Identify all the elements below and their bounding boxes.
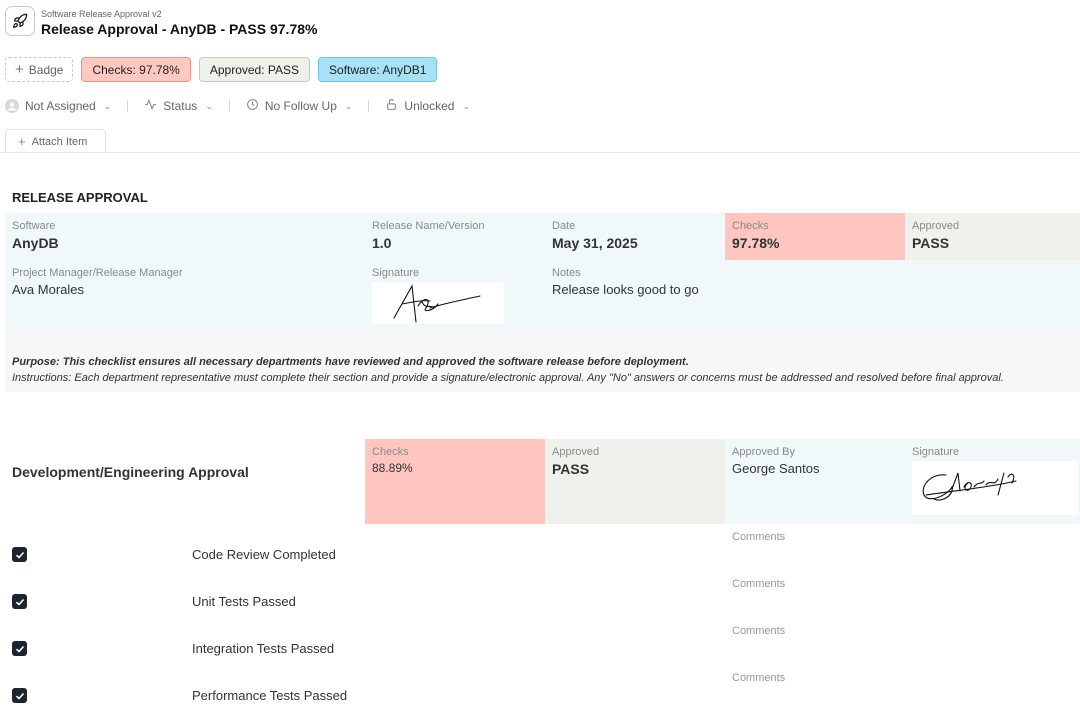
unlock-icon <box>385 98 398 114</box>
dev-approved-field: Approved PASS <box>545 439 725 524</box>
approved-value: PASS <box>912 235 950 251</box>
dev-signature-label: Signature <box>912 446 960 458</box>
purpose-text: Purpose: This checklist ensures all nece… <box>12 356 689 368</box>
dev-approved-by-value: George Santos <box>732 461 820 476</box>
divider <box>0 152 1080 153</box>
section-title: RELEASE APPROVAL <box>12 190 148 205</box>
manager-value: Ava Morales <box>12 282 85 297</box>
dev-section-title: Development/Engineering Approval <box>12 464 249 480</box>
software-badge[interactable]: Software: AnyDB1 <box>318 57 438 82</box>
software-label: Software <box>12 220 56 232</box>
avatar <box>5 99 19 113</box>
dev-signature-image <box>912 461 1078 515</box>
template-name: Software Release Approval v2 <box>41 9 162 19</box>
list-item <box>12 594 27 609</box>
plus-icon: + <box>18 134 26 149</box>
checkbox[interactable] <box>12 547 27 562</box>
list-item <box>12 547 27 562</box>
approved-badge[interactable]: Approved: PASS <box>198 57 311 82</box>
checks-value: 97.78% <box>732 235 780 251</box>
separator <box>228 100 230 112</box>
approved-label: Approved <box>912 220 960 232</box>
approved-field: Approved PASS <box>905 213 1080 260</box>
date-label: Date <box>552 220 576 232</box>
chevron-down-icon: ⌄ <box>344 100 353 111</box>
lock-dropdown[interactable]: Unlocked ⌄ <box>385 98 470 114</box>
assignee-label: Not Assigned <box>25 99 96 113</box>
comments-field[interactable]: Comments <box>732 672 785 684</box>
checklist-item-label: Unit Tests Passed <box>192 594 296 609</box>
version-label: Release Name/Version <box>372 220 485 232</box>
version-value: 1.0 <box>372 235 392 251</box>
dev-approved-value: PASS <box>552 461 590 477</box>
dev-checks-label: Checks <box>372 446 409 458</box>
page-title: Release Approval - AnyDB - PASS 97.78% <box>41 21 318 37</box>
attach-item-label: Attach Item <box>31 135 88 148</box>
dev-approved-by-field[interactable]: Approved By George Santos <box>725 439 905 524</box>
software-value: AnyDB <box>12 235 59 251</box>
date-field[interactable]: Date May 31, 2025 <box>545 213 725 260</box>
status-label: Status <box>163 99 198 113</box>
lock-label: Unlocked <box>404 99 455 113</box>
date-value: May 31, 2025 <box>552 235 638 251</box>
checklist-item-label: Performance Tests Passed <box>192 688 348 703</box>
checkbox[interactable] <box>12 688 27 703</box>
separator <box>368 100 370 112</box>
notes-field[interactable]: Notes Release looks good to go <box>545 260 1080 332</box>
chevron-down-icon: ⌄ <box>103 100 112 111</box>
list-item <box>12 688 27 703</box>
notes-value: Release looks good to go <box>552 282 699 297</box>
checkbox[interactable] <box>12 641 27 656</box>
status-dropdown[interactable]: Status ⌄ <box>144 98 213 114</box>
dev-checks-value: 88.89% <box>372 461 413 475</box>
chevron-down-icon: ⌄ <box>462 100 470 111</box>
add-badge-button[interactable]: + Badge <box>5 57 74 82</box>
checklist-item-label: Code Review Completed <box>192 547 336 562</box>
checks-field: Checks 97.78% <box>725 213 905 260</box>
instructions-text: Instructions: Each department representa… <box>12 372 1004 384</box>
dev-checks-field: Checks 88.89% <box>365 439 545 524</box>
signature-field[interactable]: Signature <box>365 260 545 332</box>
activity-icon <box>144 98 157 114</box>
checkbox[interactable] <box>12 594 27 609</box>
dev-signature-field[interactable]: Signature <box>905 439 1080 524</box>
notes-label: Notes <box>552 267 581 279</box>
checklist-item-label: Integration Tests Passed <box>192 641 335 656</box>
chevron-down-icon: ⌄ <box>205 100 213 111</box>
checks-label: Checks <box>732 220 769 232</box>
properties-bar: Not Assigned ⌄ Status ⌄ No Follow Up ⌄ U… <box>5 98 470 114</box>
manager-field[interactable]: Project Manager/Release Manager Ava Mora… <box>5 260 365 332</box>
dev-approved-by-label: Approved By <box>732 446 795 458</box>
comments-field[interactable]: Comments <box>732 578 785 590</box>
comments-field[interactable]: Comments <box>732 625 785 637</box>
checks-badge[interactable]: Checks: 97.78% <box>81 57 191 82</box>
software-field[interactable]: Software AnyDB <box>5 213 365 260</box>
attach-item-button[interactable]: + Attach Item <box>5 129 106 153</box>
signature-label: Signature <box>372 267 420 279</box>
follow-up-dropdown[interactable]: No Follow Up ⌄ <box>246 98 353 114</box>
dev-approved-label: Approved <box>552 446 600 458</box>
version-field[interactable]: Release Name/Version 1.0 <box>365 213 545 260</box>
manager-label: Project Manager/Release Manager <box>12 267 183 279</box>
plus-icon: + <box>15 61 24 78</box>
separator <box>127 100 129 112</box>
comments-field[interactable]: Comments <box>732 531 785 543</box>
signature-image <box>372 282 504 324</box>
add-badge-label: Badge <box>28 62 64 77</box>
follow-up-label: No Follow Up <box>264 99 337 113</box>
rocket-icon[interactable] <box>5 6 35 36</box>
list-item <box>12 641 27 656</box>
badge-bar: + Badge Checks: 97.78% Approved: PASS So… <box>5 57 438 82</box>
clock-icon <box>246 98 259 114</box>
purpose-note: Purpose: This checklist ensures all nece… <box>5 332 1080 392</box>
assignee-dropdown[interactable]: Not Assigned ⌄ <box>5 99 111 113</box>
